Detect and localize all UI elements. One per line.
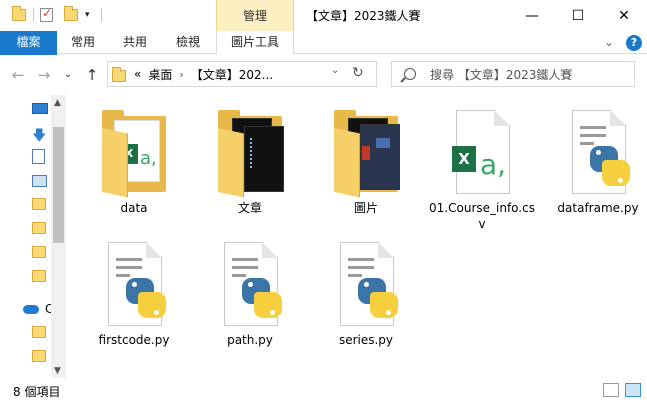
scroll-thumb[interactable] (53, 127, 64, 243)
sidebar-scrollbar[interactable]: ▲ ▼ (51, 95, 66, 378)
ribbon-tabs: 檔案 常用 共用 檢視 圖片工具 ⌄ ? (0, 31, 647, 161)
navigation-bar: ← → ⌄ ↑ « 桌面 › 【文章】202... ⌄ ↻ 搜尋 【文章】202… (0, 55, 647, 95)
sidebar-folder-icon-1[interactable] (32, 198, 46, 210)
properties-check-icon[interactable] (40, 6, 53, 24)
file-name: dataframe.py (557, 201, 639, 215)
file-item-dataframe-py[interactable]: dataframe.py (542, 100, 647, 230)
file-item-course-info-csv[interactable]: X a, 01.Course_info.csv (426, 100, 538, 231)
back-arrow-icon[interactable]: ← (8, 65, 28, 85)
manage-context-tab[interactable]: 管理 (216, 0, 294, 32)
python-file-icon (214, 240, 286, 326)
item-count: 8 個項目 (13, 385, 61, 399)
pictures-icon[interactable] (32, 175, 47, 187)
minimize-button[interactable]: — (509, 0, 555, 31)
search-box[interactable]: 搜尋 【文章】2023鐵人賽 (391, 61, 635, 87)
search-placeholder: 搜尋 【文章】2023鐵人賽 (430, 67, 573, 82)
sidebar-folder-icon-6[interactable] (32, 350, 46, 362)
recent-locations-chevron-icon[interactable]: ⌄ (58, 65, 78, 85)
scroll-down-arrow-icon[interactable]: ▼ (54, 366, 61, 376)
file-name: 01.Course_info.csv (429, 201, 535, 231)
excel-csv-icon: X a, (446, 108, 518, 194)
file-item-data[interactable]: X a, data (78, 100, 190, 230)
help-icon[interactable]: ? (626, 35, 642, 51)
details-view-icon[interactable] (603, 383, 619, 397)
python-file-icon (98, 240, 170, 326)
large-icons-view-icon[interactable] (625, 383, 641, 397)
close-button[interactable]: ✕ (601, 0, 647, 31)
file-name: firstcode.py (98, 333, 170, 347)
file-name: series.py (338, 333, 394, 347)
breadcrumb-desktop[interactable]: 桌面 (148, 66, 172, 83)
file-name: 文章 (237, 201, 262, 215)
minimize-icon: — (525, 7, 539, 24)
documents-icon[interactable] (32, 149, 45, 164)
file-item-path-py[interactable]: path.py (194, 232, 306, 362)
sidebar-folder-icon-2[interactable] (32, 222, 46, 234)
tab-home[interactable]: 常用 (61, 31, 105, 54)
onedrive-cloud-icon (23, 304, 39, 314)
file-item-articles[interactable]: 文章 (194, 100, 306, 230)
up-arrow-icon[interactable]: ↑ (82, 65, 102, 85)
desktop-icon[interactable] (32, 103, 48, 114)
navigation-pane: 🡇 C ▲ ▼ (0, 95, 66, 378)
folder-icon (330, 108, 402, 198)
address-folder-icon (112, 66, 126, 82)
downloads-arrow-icon[interactable]: 🡇 (32, 125, 46, 149)
file-item-firstcode-py[interactable]: firstcode.py (78, 232, 190, 362)
breadcrumb-overflow[interactable]: « (134, 67, 141, 81)
title-bar: ▾ 管理 【文章】2023鐵人賽 — ☐ ✕ (0, 0, 647, 32)
maximize-icon: ☐ (571, 7, 585, 24)
tab-view[interactable]: 檢視 (166, 31, 210, 54)
maximize-button[interactable]: ☐ (555, 0, 601, 31)
forward-arrow-icon[interactable]: → (34, 65, 54, 85)
tab-share[interactable]: 共用 (113, 31, 157, 54)
status-bar: 8 個項目 (0, 378, 647, 402)
sidebar-folder-icon-5[interactable] (32, 326, 46, 338)
python-file-icon (330, 240, 402, 326)
quick-access-folder-icon[interactable] (12, 6, 26, 24)
search-icon (404, 68, 416, 80)
new-folder-icon[interactable] (64, 6, 78, 24)
file-name: 圖片 (353, 201, 378, 215)
customize-toolbar-caret-icon[interactable]: ▾ (85, 6, 90, 24)
folder-icon (214, 108, 286, 198)
quick-access-separator (33, 8, 34, 22)
tab-picture-tools[interactable]: 圖片工具 (216, 31, 294, 55)
sidebar-folder-icon-3[interactable] (32, 246, 46, 258)
quick-access-separator-2 (101, 8, 102, 22)
onedrive-item[interactable]: C (23, 302, 53, 316)
file-name: path.py (227, 333, 273, 347)
window-title: 【文章】2023鐵人賽 (306, 9, 421, 23)
python-file-icon (562, 108, 634, 194)
file-list: X a, data 文章 圖片 X a, 01.Course_info.csv … (78, 100, 647, 375)
folder-icon: X a, (98, 108, 170, 198)
expand-ribbon-chevron-icon[interactable]: ⌄ (604, 35, 614, 49)
scroll-up-arrow-icon[interactable]: ▲ (54, 98, 61, 108)
close-icon: ✕ (618, 7, 630, 24)
file-name: data (120, 201, 148, 215)
breadcrumb-separator-icon[interactable]: › (179, 68, 183, 81)
refresh-icon[interactable]: ↻ (352, 65, 364, 81)
file-item-pictures[interactable]: 圖片 (310, 100, 422, 230)
breadcrumb-current-folder[interactable]: 【文章】202... (191, 66, 273, 83)
file-item-series-py[interactable]: series.py (310, 232, 422, 362)
address-dropdown-icon[interactable]: ⌄ (331, 65, 339, 76)
sidebar-folder-icon-4[interactable] (32, 270, 46, 282)
